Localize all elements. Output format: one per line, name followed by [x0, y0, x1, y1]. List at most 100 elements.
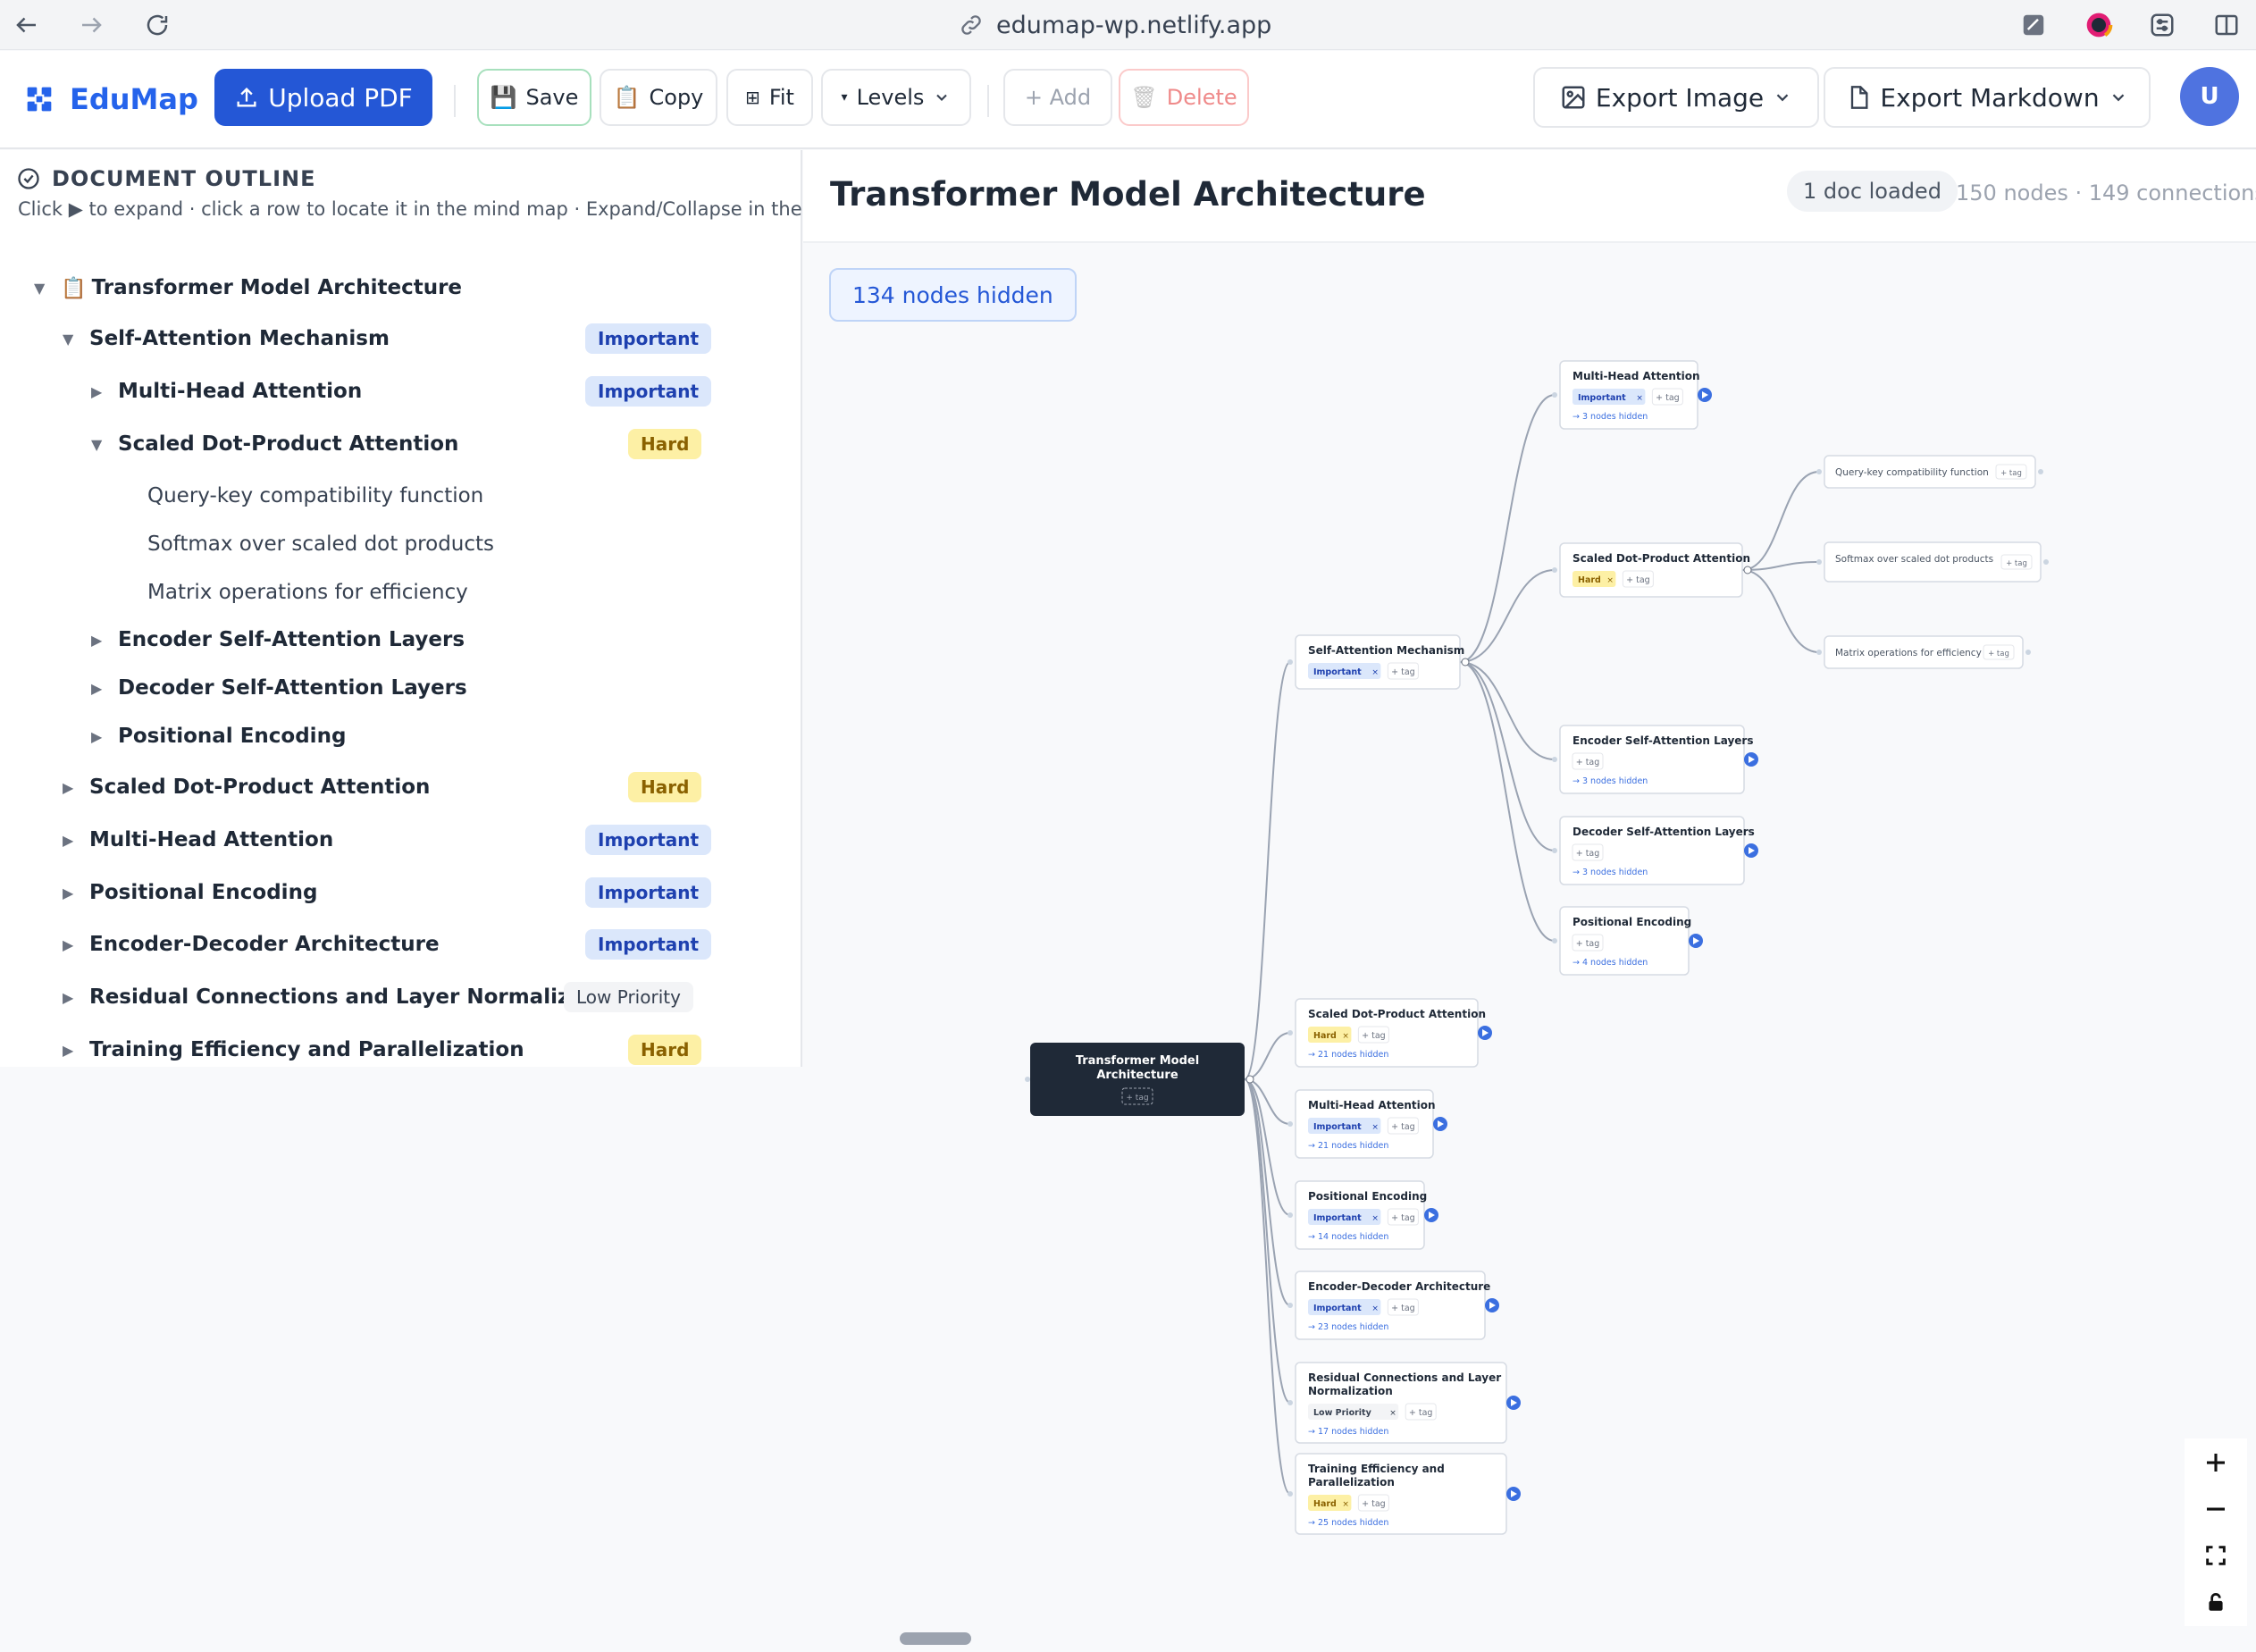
save-button[interactable]: 💾 Save	[477, 69, 591, 126]
tag-badge[interactable]: Important	[585, 929, 712, 960]
mind-map-node[interactable]: Scaled Dot-Product Attention Hard × + tag	[1552, 542, 1752, 598]
tag-badge[interactable]: Important	[585, 825, 712, 855]
handle-dot[interactable]	[1287, 1030, 1293, 1036]
hidden-count[interactable]: → 21 nodes hidden	[1308, 1141, 1388, 1151]
fullscreen-icon[interactable]	[2195, 1535, 2236, 1576]
hidden-nodes-pill[interactable]: 134 nodes hidden	[829, 268, 1077, 322]
outline-row[interactable]: ▼ Scaled Dot-Product Attention	[91, 426, 458, 462]
remove-tag-icon[interactable]: ×	[1606, 576, 1614, 585]
tag-chip[interactable]	[1308, 663, 1381, 679]
delete-button[interactable]: 🗑 Delete	[1119, 69, 1249, 126]
handle-dot[interactable]	[1552, 757, 1557, 762]
outline-row[interactable]: ▶ Multi-Head Attention	[63, 822, 333, 858]
caret-right-icon[interactable]: ▶	[63, 885, 89, 901]
forward-icon[interactable]	[73, 7, 109, 43]
outline-row[interactable]: ▶ Encoder-Decoder Architecture	[63, 927, 440, 962]
hidden-count[interactable]: → 17 nodes hidden	[1308, 1427, 1388, 1437]
collapse-toggle[interactable]	[1245, 1075, 1254, 1084]
outline-row[interactable]: ▶ Positional Encoding	[91, 718, 346, 754]
mind-map-node[interactable]: Scaled Dot-Product Attention Hard × + tag → …	[1287, 998, 1492, 1068]
outline-row[interactable]: ▶ Decoder Self-Attention Layers	[91, 670, 467, 706]
settings-sliders-icon[interactable]	[2144, 7, 2180, 43]
tag-chip[interactable]	[1572, 389, 1646, 405]
tag-badge[interactable]: Low Priority	[564, 982, 693, 1012]
tag-chip[interactable]	[1308, 1495, 1352, 1511]
add-tag-button[interactable]	[1387, 1208, 1419, 1226]
handle-dot[interactable]	[1552, 848, 1557, 853]
caret-right-icon[interactable]: ▶	[63, 832, 89, 849]
tag-badge[interactable]: Important	[585, 323, 712, 354]
hidden-count[interactable]: → 23 nodes hidden	[1308, 1322, 1388, 1332]
handle-dot[interactable]	[2025, 650, 2031, 655]
mind-map-node[interactable]: Multi-Head Attention Important × + tag→ 21 …	[1287, 1089, 1447, 1159]
hidden-count[interactable]: → 4 nodes hidden	[1572, 958, 1648, 968]
tag-badge[interactable]: Hard	[628, 772, 702, 802]
handle-dot[interactable]	[1287, 1303, 1293, 1308]
mind-map-node[interactable]: Self-Attention Mechanism Important × + tag	[1287, 634, 1470, 690]
outline-row[interactable]: ▶ Positional Encoding	[63, 875, 317, 910]
expand-button[interactable]	[1506, 1396, 1521, 1410]
add-tag-button[interactable]	[1121, 1087, 1153, 1105]
tag-badge[interactable]: Hard	[628, 1035, 702, 1065]
mind-map-node[interactable]: Positional Encoding + tag → 4 nodes hidden	[1552, 906, 1703, 976]
expand-button[interactable]	[1744, 752, 1758, 767]
caret-right-icon[interactable]: ▶	[91, 728, 118, 745]
fit-button[interactable]: ⊞ Fit	[726, 69, 813, 126]
add-tag-button[interactable]	[2000, 554, 2033, 570]
outline-row[interactable]: ▶ Encoder Self-Attention Layers	[91, 622, 465, 658]
hidden-count[interactable]: → 21 nodes hidden	[1308, 1050, 1388, 1060]
add-tag-button[interactable]	[1572, 752, 1604, 770]
tag-badge[interactable]: Important	[585, 877, 712, 908]
handle-dot[interactable]	[1287, 1400, 1293, 1405]
outline-row[interactable]: Query-key compatibility function	[147, 478, 483, 514]
leaf-node[interactable]: Query-key compatibility function + tag	[1816, 455, 2043, 489]
hidden-count[interactable]: → 25 nodes hidden	[1308, 1518, 1388, 1528]
outline-row[interactable]: ▶ Scaled Dot-Product Attention	[63, 769, 430, 805]
outline-row[interactable]: ▼ Self-Attention Mechanism	[63, 321, 390, 356]
add-tag-button[interactable]	[1405, 1403, 1437, 1421]
add-tag-button[interactable]	[1651, 388, 1683, 406]
export-image-button[interactable]: Export Image	[1533, 67, 1819, 128]
add-tag-button[interactable]	[1387, 1117, 1419, 1135]
tag-chip[interactable]	[1308, 1118, 1381, 1134]
add-tag-button[interactable]	[1622, 570, 1654, 588]
add-tag-button[interactable]	[1357, 1026, 1389, 1044]
mind-map-node[interactable]: Residual Connections and LayerNormalizat…	[1287, 1362, 1521, 1444]
docs-loaded-badge[interactable]: 1 doc loaded	[1787, 171, 1958, 212]
tag-chip[interactable]	[1572, 571, 1616, 587]
mind-map-node[interactable]: Encoder-Decoder Architecture Important × + …	[1287, 1270, 1499, 1340]
add-tag-button[interactable]	[1357, 1494, 1389, 1512]
handle-dot[interactable]	[1816, 650, 1822, 655]
outline-row[interactable]: ▶ Training Efficiency and Parallelization	[63, 1032, 524, 1068]
handle-dot[interactable]	[1552, 567, 1557, 573]
outline-row[interactable]: Softmax over scaled dot products	[147, 526, 494, 562]
handle-dot[interactable]	[1552, 392, 1557, 398]
hidden-count[interactable]: → 14 nodes hidden	[1308, 1232, 1388, 1242]
sidebar-toggle-icon[interactable]	[2209, 7, 2244, 43]
caret-right-icon[interactable]: ▶	[63, 1042, 89, 1059]
caret-right-icon[interactable]: ▶	[91, 680, 118, 697]
expand-button[interactable]	[1478, 1026, 1492, 1040]
add-tag-button[interactable]	[1995, 464, 2027, 480]
copy-button[interactable]: 📋 Copy	[600, 69, 717, 126]
collapse-toggle[interactable]	[1743, 566, 1752, 574]
handle-dot[interactable]	[1287, 1491, 1293, 1497]
tag-chip[interactable]	[1308, 1299, 1381, 1315]
address-bar[interactable]: edumap-wp.netlify.app	[959, 7, 1271, 43]
reload-icon[interactable]	[139, 7, 175, 43]
add-tag-button[interactable]	[1387, 1298, 1419, 1316]
lock-icon[interactable]	[2195, 1581, 2236, 1623]
handle-dot[interactable]	[1025, 1077, 1030, 1082]
outline-row[interactable]: ▶ Multi-Head Attention	[91, 373, 362, 409]
expand-button[interactable]	[1485, 1298, 1499, 1312]
caret-down-icon[interactable]: ▼	[91, 436, 118, 453]
caret-right-icon[interactable]: ▶	[63, 936, 89, 953]
handle-dot[interactable]	[1816, 469, 1822, 474]
add-button[interactable]: + Add	[1003, 69, 1112, 126]
handle-dot[interactable]	[2043, 559, 2049, 565]
mind-map-node[interactable]: Multi-Head Attention Important × + tag → 3 n…	[1552, 360, 1712, 430]
handle-dot[interactable]	[1287, 659, 1293, 665]
expand-button[interactable]	[1744, 843, 1758, 858]
remove-tag-icon[interactable]: ×	[1342, 1032, 1349, 1041]
mind-map-node[interactable]: Decoder Self-Attention Layers + tag → 3 no…	[1552, 816, 1758, 885]
